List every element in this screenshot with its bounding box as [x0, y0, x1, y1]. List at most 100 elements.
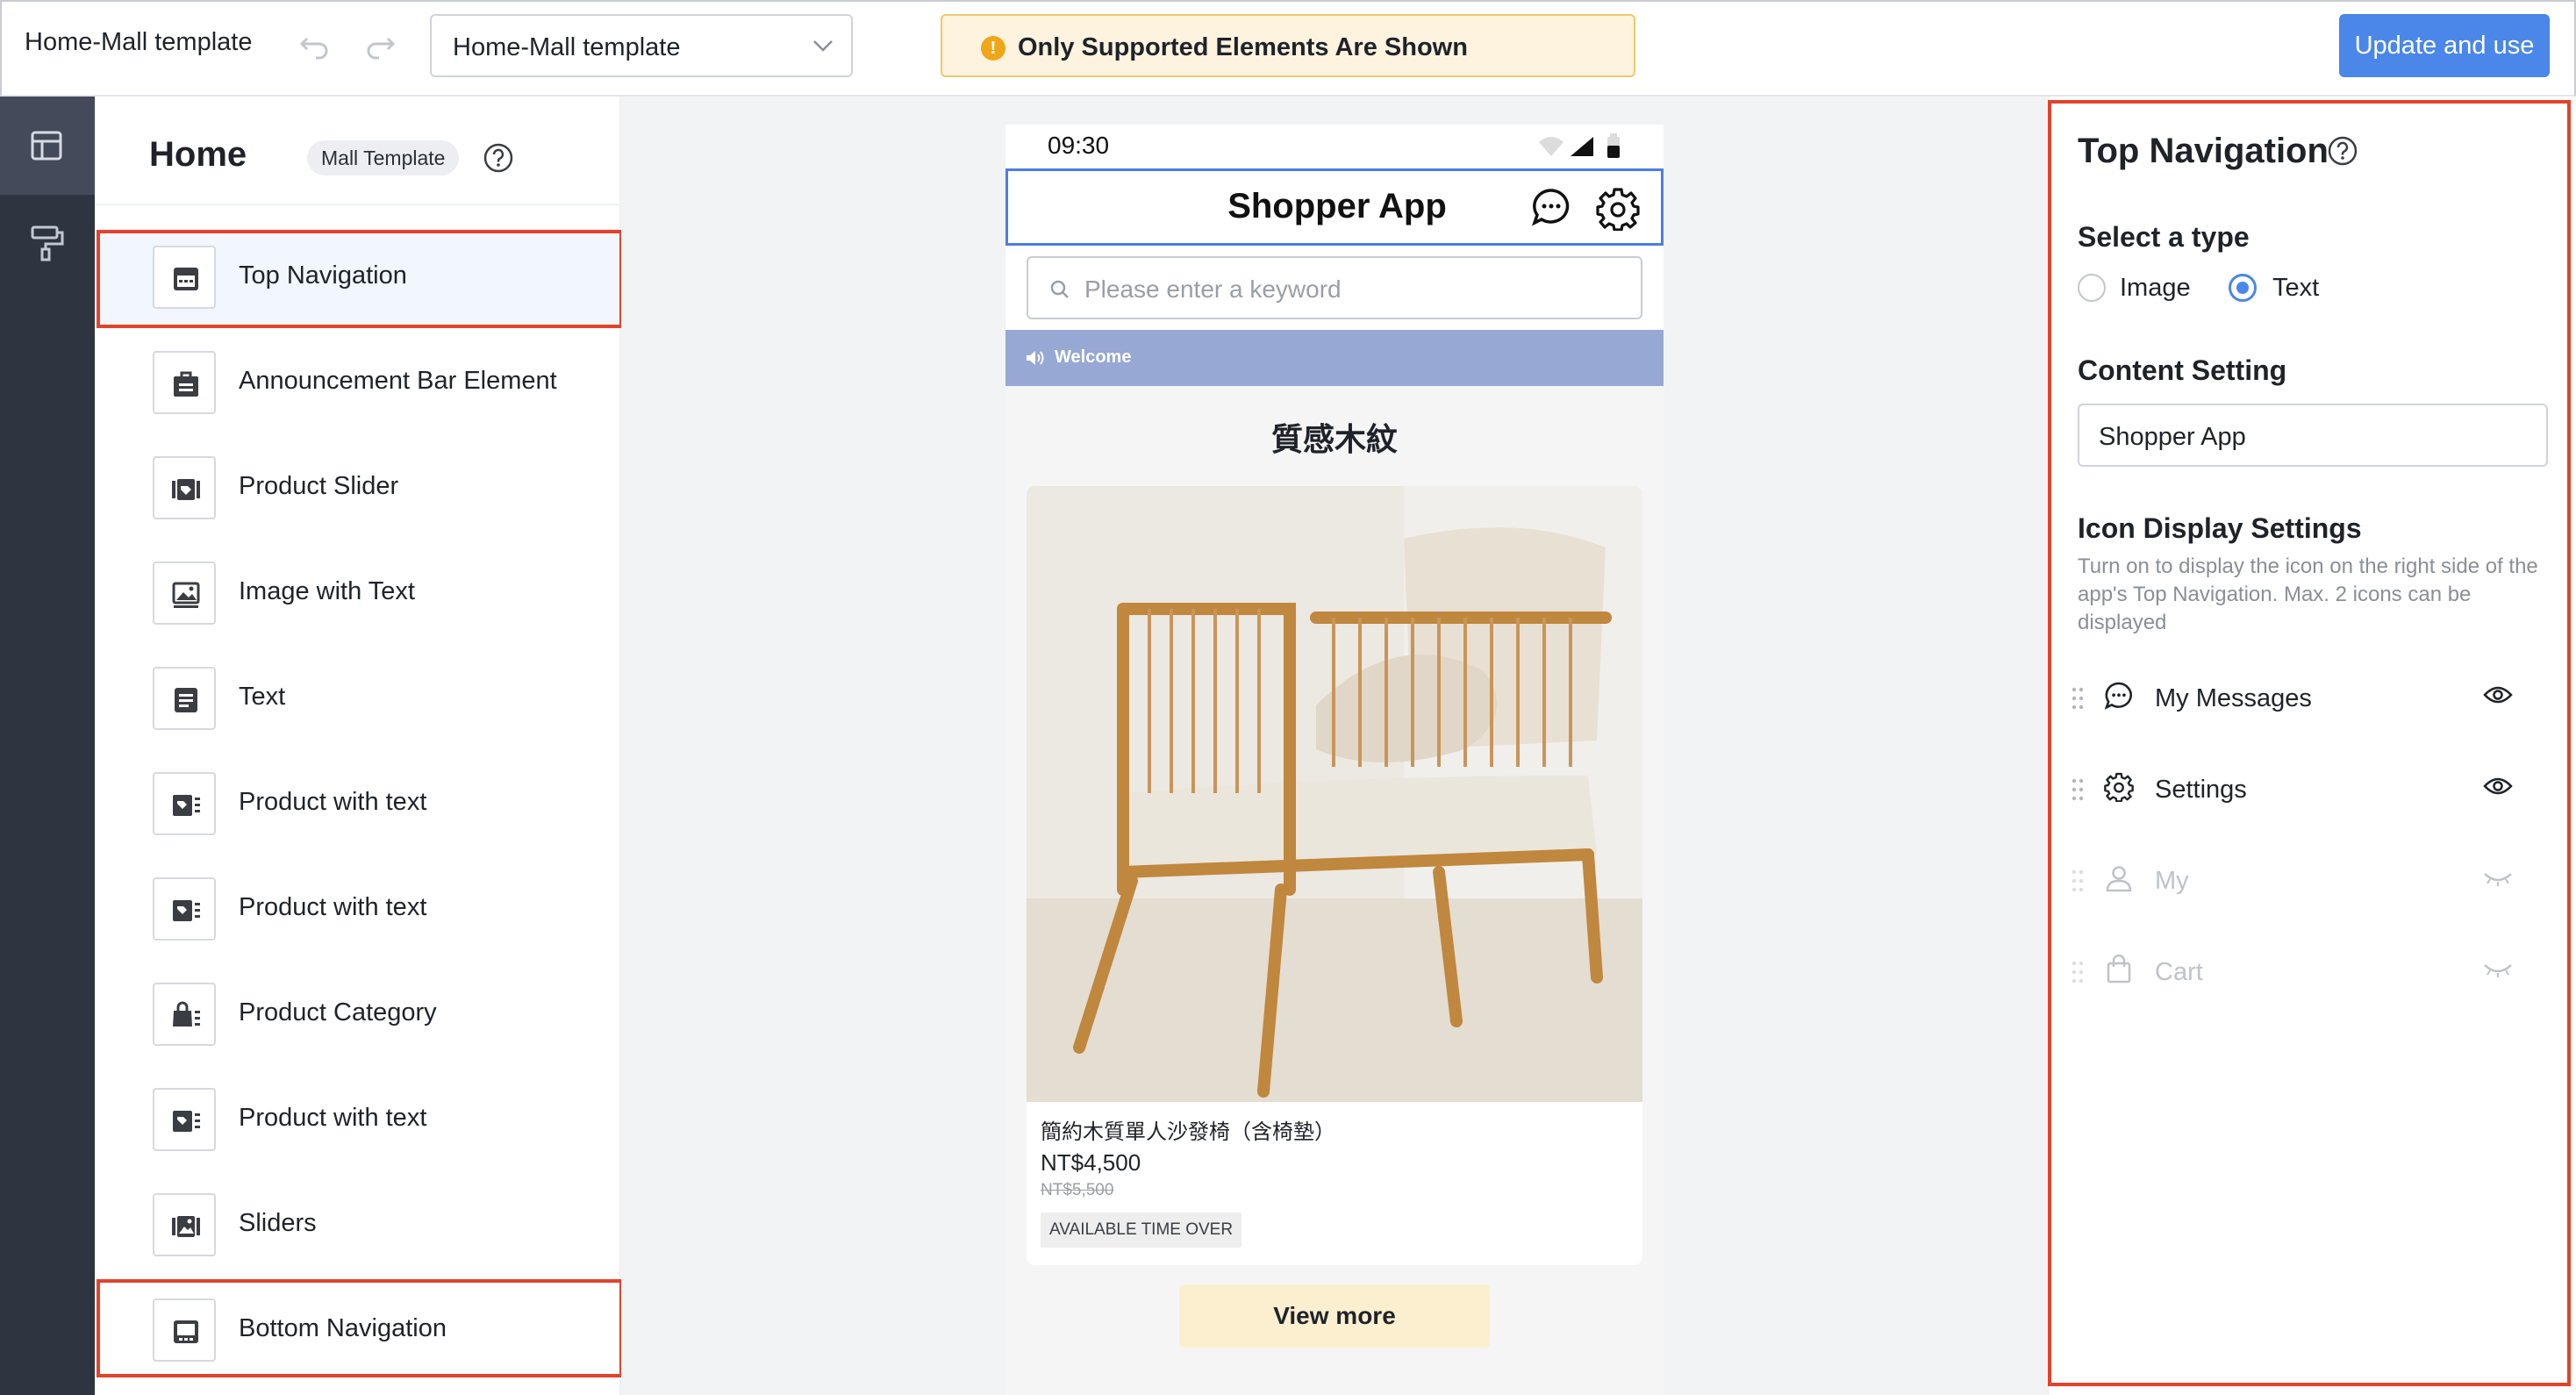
product-tag-icon — [173, 1111, 200, 1132]
eye-icon[interactable] — [2483, 776, 2513, 797]
content-heading: Content Setting — [2078, 354, 2287, 386]
template-select-value: Home-Mall template — [453, 33, 681, 61]
update-and-use-button[interactable]: Update and use — [2339, 14, 2550, 77]
message-icon[interactable] — [1531, 187, 1571, 227]
product-old-price: NT$5,500 — [1041, 1181, 1114, 1199]
icon-setting-label: Settings — [2155, 776, 2247, 804]
icon-display-heading: Icon Display Settings — [2078, 512, 2362, 544]
settings-title: Top Navigation — [2078, 132, 2329, 170]
element-item-product-with-text-3[interactable]: Product with text — [98, 1070, 621, 1169]
wifi-icon — [1539, 137, 1563, 156]
phone-search-input[interactable]: Please enter a keyword — [1027, 256, 1642, 319]
rail-item-layout[interactable] — [0, 97, 95, 195]
product-category-icon — [173, 1001, 200, 1027]
signal-icon — [1571, 137, 1593, 156]
speaker-icon — [1027, 351, 1044, 365]
type-radio-text[interactable] — [2229, 274, 2257, 302]
element-item-label: Product with text — [239, 893, 427, 921]
announcement-bar: Welcome — [1005, 330, 1664, 386]
notice-text: Only Supported Elements Are Shown — [1018, 33, 1468, 61]
help-icon[interactable] — [483, 142, 514, 174]
type-radio-image-label: Image — [2120, 274, 2191, 302]
content-input[interactable]: Shopper App — [2078, 404, 2548, 467]
icon-display-description: Turn on to display the icon on the right… — [2078, 554, 2538, 634]
phone-preview: 09:30 Shopper App Please enter a keyword… — [1005, 125, 1664, 1395]
top-bar: Home-Mall template Home-Mall template ! … — [0, 0, 2576, 97]
chevron-down-icon — [813, 40, 833, 52]
eye-closed-icon[interactable] — [2483, 958, 2513, 979]
type-radio-image[interactable] — [2078, 274, 2106, 302]
element-item-sliders[interactable]: Sliders — [98, 1176, 621, 1274]
user-icon — [2106, 866, 2132, 892]
drag-handle-icon[interactable] — [2071, 960, 2085, 984]
element-item-product-slider[interactable]: Product Slider — [98, 439, 621, 537]
type-radio-text-label: Text — [2272, 274, 2320, 302]
page-title: Home — [149, 135, 247, 174]
image-icon — [172, 582, 200, 608]
status-bar: 09:30 — [1005, 125, 1664, 168]
template-select[interactable]: Home-Mall template — [430, 14, 853, 77]
battery-icon — [1607, 133, 1620, 158]
element-item-product-category[interactable]: Product Category — [98, 965, 621, 1063]
drag-handle-icon[interactable] — [2071, 686, 2085, 711]
supported-elements-notice: ! Only Supported Elements Are Shown — [941, 14, 1635, 77]
product-status-badge: AVAILABLE TIME OVER — [1041, 1213, 1242, 1248]
element-item-image-with-text[interactable]: Image with Text — [98, 544, 621, 642]
undo-icon[interactable] — [297, 26, 332, 61]
search-placeholder: Please enter a keyword — [1084, 275, 1342, 303]
view-more-button[interactable]: View more — [1179, 1284, 1490, 1348]
element-item-label: Text — [239, 683, 286, 711]
drag-handle-icon[interactable] — [2071, 869, 2085, 893]
status-time: 09:30 — [1048, 132, 1110, 159]
product-image — [1027, 486, 1642, 1102]
layout-icon — [31, 131, 62, 161]
product-name: 簡約木質單人沙發椅（含椅墊） — [1041, 1120, 1335, 1144]
element-item-label: Product Slider — [239, 472, 399, 500]
drag-handle-icon[interactable] — [2071, 777, 2085, 802]
message-icon — [2104, 682, 2132, 710]
highlight-bottom-navigation — [97, 1279, 623, 1377]
element-item-label: Sliders — [239, 1209, 317, 1237]
eye-closed-icon[interactable] — [2483, 867, 2513, 888]
product-card[interactable]: 簡約木質單人沙發椅（含椅墊） NT$4,500 NT$5,500 AVAILAB… — [1027, 486, 1642, 1265]
announcement-text: Welcome — [1055, 347, 1132, 367]
divider — [95, 204, 621, 205]
element-item-label: Announcement Bar Element — [239, 367, 557, 395]
highlight-top-navigation — [97, 230, 623, 328]
element-item-product-with-text-1[interactable]: Product with text — [98, 755, 621, 853]
help-icon[interactable] — [2327, 135, 2358, 167]
element-item-label: Product with text — [239, 788, 427, 816]
element-item-label: Product with text — [239, 1104, 427, 1132]
warning-icon: ! — [981, 36, 1005, 61]
icon-setting-label: My Messages — [2155, 684, 2312, 712]
icon-setting-label: Cart — [2155, 958, 2203, 986]
product-tag-icon — [173, 900, 200, 921]
icon-setting-row[interactable]: Cart — [2071, 946, 2562, 998]
element-item-announcement-bar[interactable]: Announcement Bar Element — [98, 333, 621, 432]
slider-images-icon — [172, 1216, 200, 1237]
gear-icon — [2104, 772, 2134, 802]
text-icon — [175, 688, 197, 712]
announcement-icon — [174, 371, 198, 397]
eye-icon[interactable] — [2483, 684, 2513, 705]
icon-setting-row[interactable]: My Messages — [2071, 672, 2562, 725]
icon-setting-row[interactable]: My — [2071, 855, 2562, 907]
section-title: 質感木紋 — [1270, 422, 1398, 458]
element-item-text[interactable]: Text — [98, 649, 621, 748]
icon-setting-row[interactable]: Settings — [2071, 763, 2562, 816]
bag-icon — [2107, 955, 2131, 984]
element-item-product-with-text-2[interactable]: Product with text — [98, 860, 621, 958]
product-slider-icon — [172, 479, 200, 500]
content-input-value: Shopper App — [2099, 423, 2246, 451]
left-rail — [0, 97, 95, 1395]
redo-icon[interactable] — [363, 26, 398, 61]
element-item-label: Product Category — [239, 998, 437, 1027]
paint-roller-icon[interactable] — [30, 225, 65, 261]
phone-top-navigation[interactable]: Shopper App — [1005, 168, 1664, 246]
app-title: Home-Mall template — [25, 28, 253, 56]
search-icon — [1050, 280, 1069, 298]
armchair-photo — [1027, 486, 1642, 1102]
product-price: NT$4,500 — [1041, 1149, 1141, 1176]
element-item-label: Image with Text — [239, 577, 415, 605]
gear-icon[interactable] — [1596, 187, 1640, 231]
